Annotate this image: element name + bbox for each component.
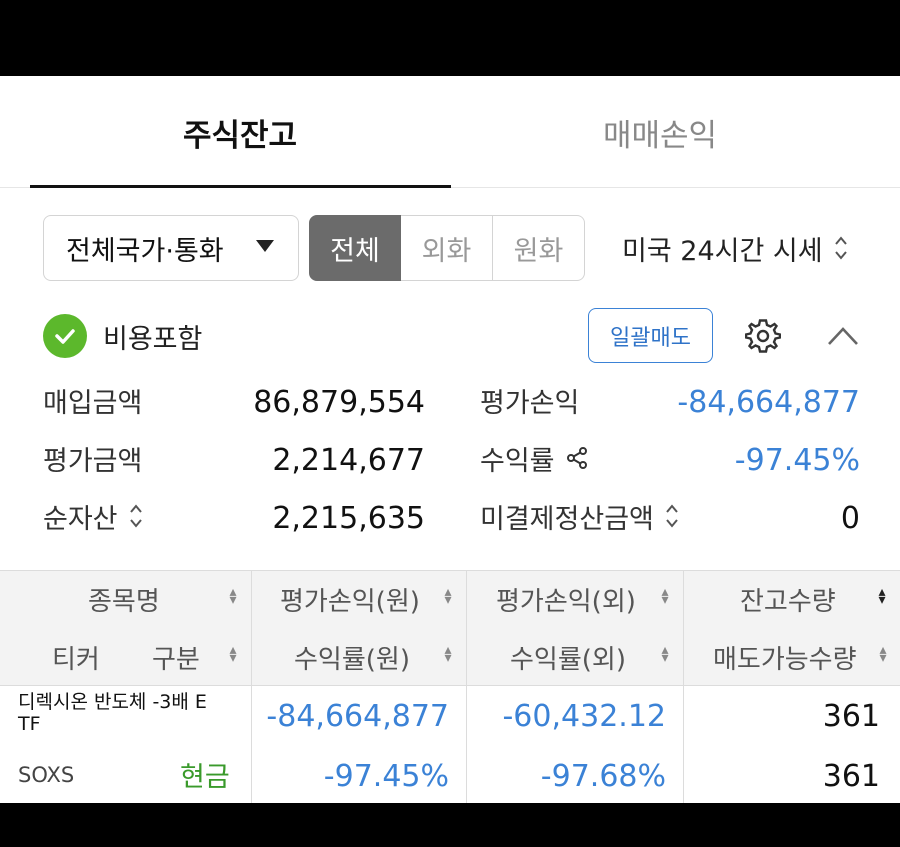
pl-foreign-value: -60,432.12 (502, 698, 666, 734)
sellable-quantity-value: 361 (822, 758, 880, 794)
valuation-pl-value: -84,664,877 (677, 384, 860, 420)
stock-balance-screen: 주식잔고 매매손익 전체국가·통화 전체 외화 원화 미국 24시간 시세 비용… (0, 76, 900, 803)
purchase-amount-value: 86,879,554 (253, 384, 425, 420)
us-quote-label: 미국 24시간 시세 (622, 235, 823, 267)
top-black-bar (0, 0, 900, 76)
stock-ticker: SOXS (18, 763, 75, 787)
column-divider (251, 570, 252, 803)
header-rate-foreign[interactable]: 수익률(외) (510, 629, 626, 685)
segment-krw[interactable]: 원화 (493, 215, 585, 281)
header-quantity[interactable]: 잔고수량 (740, 571, 836, 627)
sort-icon[interactable]: ▴ ▾ (442, 643, 454, 665)
rate-foreign-value: -97.68% (540, 758, 666, 794)
tab-bar: 주식잔고 매매손익 (0, 76, 900, 188)
share-icon[interactable] (565, 446, 589, 470)
column-divider (466, 570, 467, 803)
bulk-sell-button[interactable]: 일괄매도 (588, 308, 713, 363)
rate-krw-value: -97.45% (323, 758, 449, 794)
valuation-amount-value: 2,214,677 (272, 442, 425, 478)
stock-name-line2: TF (18, 713, 41, 735)
return-rate-text: 수익률 (480, 445, 555, 477)
unsettled-toggle[interactable]: 미결제정산금액 (480, 494, 680, 538)
chevron-up-icon[interactable] (825, 322, 861, 350)
check-icon (55, 329, 75, 344)
net-assets-value: 2,215,635 (272, 500, 425, 536)
net-assets-toggle[interactable]: 순자산 (43, 494, 144, 538)
header-stock-name[interactable]: 종목명 (88, 571, 160, 627)
caret-down-icon (256, 240, 274, 252)
sort-icon[interactable]: ▴ ▾ (442, 585, 454, 607)
net-assets-label: 순자산 (43, 503, 118, 535)
country-currency-label: 전체국가·통화 (66, 235, 224, 267)
active-tab-indicator (30, 185, 451, 188)
sort-icon[interactable]: ▴ ▾ (227, 585, 239, 607)
holding-type: 현금 (180, 761, 230, 793)
header-type[interactable]: 구분 (152, 629, 200, 685)
table-header-divider (0, 685, 900, 686)
sort-icon[interactable]: ▴ ▾ (876, 585, 888, 607)
up-down-chevron-icon (129, 504, 142, 528)
header-pl-foreign[interactable]: 평가손익(외) (496, 571, 636, 627)
up-down-chevron-icon (834, 236, 847, 260)
purchase-amount-label: 매입금액 (43, 387, 143, 419)
segment-foreign[interactable]: 외화 (401, 215, 493, 281)
bottom-black-bar (0, 803, 900, 847)
segment-all[interactable]: 전체 (309, 215, 401, 281)
quantity-value: 361 (822, 698, 880, 734)
header-rate-krw[interactable]: 수익률(원) (294, 629, 410, 685)
header-sellable-quantity[interactable]: 매도가능수량 (713, 629, 857, 685)
us-24h-quote-toggle[interactable]: 미국 24시간 시세 (622, 215, 849, 281)
include-fees-checkbox[interactable] (43, 314, 87, 358)
tab-trading-pl[interactable]: 매매손익 (450, 76, 870, 188)
tab-stock-balance[interactable]: 주식잔고 (30, 76, 450, 188)
unsettled-label: 미결제정산금액 (480, 503, 654, 535)
stock-name-line1: 디렉시온 반도체 -3배 E (18, 691, 207, 713)
unsettled-value: 0 (840, 500, 860, 536)
stock-name: 디렉시온 반도체 -3배 E TF (18, 691, 246, 743)
sort-icon[interactable]: ▴ ▾ (659, 585, 671, 607)
gear-icon[interactable] (745, 318, 781, 354)
country-currency-dropdown[interactable]: 전체국가·통화 (43, 215, 299, 281)
header-pl-krw[interactable]: 평가손익(원) (280, 571, 420, 627)
sort-icon[interactable]: ▴ ▾ (659, 643, 671, 665)
column-divider (683, 570, 684, 803)
valuation-amount-label: 평가금액 (43, 445, 143, 477)
return-rate-label[interactable]: 수익률 (480, 436, 589, 480)
return-rate-value: -97.45% (734, 442, 860, 478)
include-fees-label[interactable]: 비용포함 (103, 314, 202, 358)
sort-icon[interactable]: ▴ ▾ (227, 643, 239, 665)
header-ticker[interactable]: 티커 (52, 629, 100, 685)
up-down-chevron-icon (666, 504, 678, 528)
sort-icon[interactable]: ▴ ▾ (877, 643, 889, 665)
valuation-pl-label: 평가손익 (480, 387, 580, 419)
pl-krw-value: -84,664,877 (266, 698, 449, 734)
